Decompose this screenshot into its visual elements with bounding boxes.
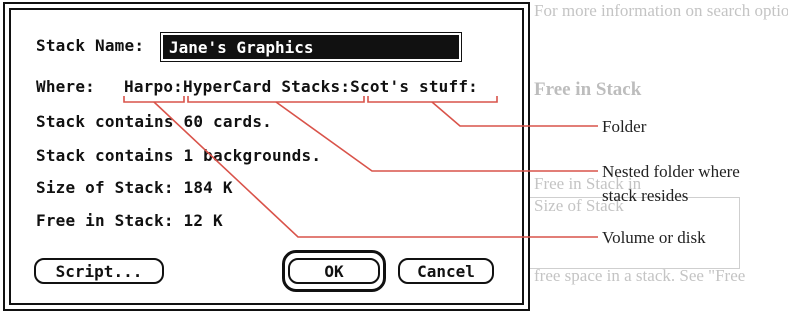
callout-nested-folder-line1: Nested folder where [602,162,740,181]
callout-nested-folder-line2: stack resides [602,186,689,205]
volume-bracket [123,96,185,103]
callout-volume: Volume or disk [602,228,706,247]
folder-bracket [367,96,498,103]
volume-leader [153,101,598,238]
folder-leader [431,101,598,127]
callout-folder: Folder [602,117,647,136]
nested-folder-leader [275,101,598,172]
background-text-line: free space in a stack. See "Free [534,266,746,285]
nested-folder-bracket [187,96,365,103]
